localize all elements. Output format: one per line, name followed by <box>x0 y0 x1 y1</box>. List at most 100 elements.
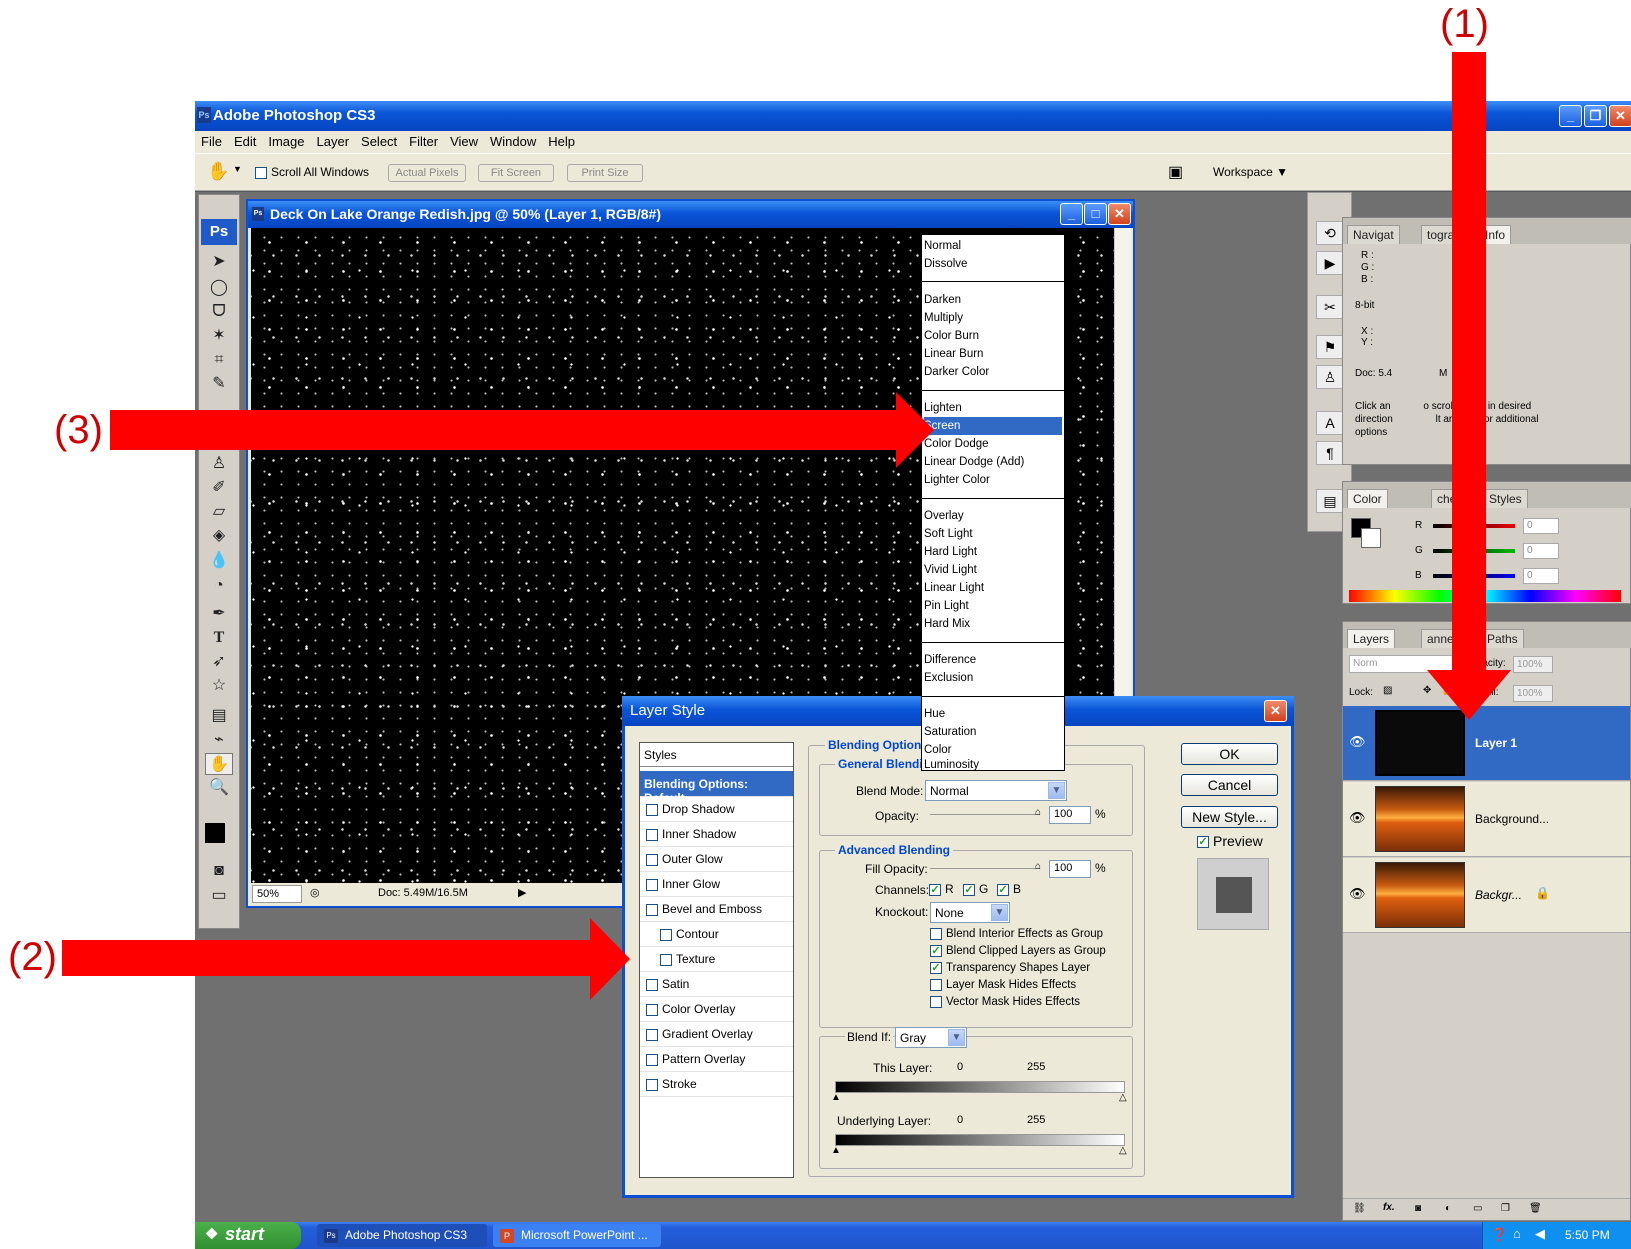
move-tool-icon[interactable]: ➤ <box>205 251 233 273</box>
blend-overlay[interactable]: Overlay <box>924 507 1062 525</box>
start-button[interactable]: ❖ start <box>195 1222 301 1249</box>
style-gradient-overlay[interactable]: Gradient Overlay <box>640 1023 793 1047</box>
blend-screen[interactable]: Screen <box>924 417 1062 435</box>
ok-button[interactable]: OK <box>1181 743 1278 765</box>
underlying-layer-gradient[interactable] <box>835 1134 1125 1146</box>
style-blending-options[interactable]: Blending Options: Default <box>640 771 793 805</box>
blend-linear-burn[interactable]: Linear Burn <box>924 345 1062 363</box>
layer-comps-icon[interactable]: ▤ <box>1316 489 1344 513</box>
style-pattern-overlay[interactable]: Pattern Overlay <box>640 1048 793 1072</box>
channel-r-checkbox[interactable]: ✓ R <box>929 882 954 896</box>
bg-color-swatch[interactable] <box>1361 528 1381 548</box>
pen-tool-icon[interactable]: ✒ <box>205 603 233 625</box>
layer-row-background[interactable]: 👁 Backgr... 🔒 <box>1343 858 1630 933</box>
eyedropper-icon[interactable]: ⌁ <box>205 729 233 751</box>
hand-tool-active-icon[interactable]: ✋ <box>205 753 233 775</box>
opacity-slider[interactable] <box>930 814 1040 815</box>
zoom-tool-icon[interactable]: 🔍 <box>205 777 233 799</box>
underlying-white-slider-icon[interactable]: △ <box>1119 1145 1127 1156</box>
character-panel-icon[interactable]: A <box>1316 411 1344 435</box>
tray-expand-icon[interactable]: ◀ <box>1535 1226 1545 1242</box>
r-value[interactable]: 0 <box>1523 518 1559 534</box>
blend-if-select[interactable]: Gray ▼ <box>895 1027 967 1048</box>
opacity-slider-thumb[interactable]: ⌂ <box>1035 807 1041 818</box>
workspace-menu[interactable]: Workspace ▼ <box>1213 165 1288 179</box>
tool-preset-arrow-icon[interactable]: ▼ <box>233 164 242 174</box>
tab-styles[interactable]: Styles <box>1483 489 1528 508</box>
blend-exclusion[interactable]: Exclusion <box>924 669 1062 687</box>
knockout-select[interactable]: None ▼ <box>930 902 1010 923</box>
menu-window[interactable]: Window <box>484 131 542 149</box>
link-layers-icon[interactable]: ⛓ <box>1353 1203 1366 1214</box>
this-layer-white-slider-icon[interactable]: △ <box>1119 1092 1127 1103</box>
crop-tool-icon[interactable]: ⌗ <box>205 349 233 371</box>
magic-wand-icon[interactable]: ✶ <box>205 325 233 347</box>
tab-paths[interactable]: Paths <box>1481 629 1524 648</box>
dialog-close-icon[interactable]: ✕ <box>1264 700 1287 722</box>
blend-color-dodge[interactable]: Color Dodge <box>924 435 1062 453</box>
foreground-color-swatch[interactable] <box>205 823 225 843</box>
b-value[interactable]: 0 <box>1523 568 1559 584</box>
transparency-shapes-checkbox[interactable]: ✓ Transparency Shapes Layer <box>930 962 1090 974</box>
blend-multiply[interactable]: Multiply <box>924 309 1062 327</box>
blend-lighten[interactable]: Lighten <box>924 399 1062 417</box>
menu-layer[interactable]: Layer <box>311 131 356 149</box>
scroll-all-windows-checkbox[interactable]: Scroll All Windows <box>255 165 369 179</box>
blend-linear-dodge[interactable]: Linear Dodge (Add) <box>924 453 1062 471</box>
eraser-tool-icon[interactable]: ▱ <box>205 501 233 523</box>
menu-image[interactable]: Image <box>262 131 310 149</box>
style-drop-shadow[interactable]: Drop Shadow <box>640 798 793 822</box>
style-inner-shadow[interactable]: Inner Shadow <box>640 823 793 847</box>
add-mask-icon[interactable]: ◙ <box>1415 1203 1421 1214</box>
visibility-eye-icon[interactable]: 👁 <box>1349 734 1366 750</box>
help-icon[interactable]: ❓ <box>1491 1227 1507 1243</box>
menu-select[interactable]: Select <box>355 131 403 149</box>
bridge-icon[interactable]: ▣ <box>1168 162 1183 182</box>
dodge-tool-icon[interactable]: ◔ <box>205 575 233 597</box>
adjustment-layer-icon[interactable]: ◐ <box>1445 1203 1451 1214</box>
cancel-button[interactable]: Cancel <box>1181 774 1278 796</box>
fill-opacity-slider[interactable] <box>930 868 1040 869</box>
blend-darken[interactable]: Darken <box>924 291 1062 309</box>
this-layer-gradient[interactable] <box>835 1081 1125 1093</box>
layer-mask-hides-checkbox[interactable]: Layer Mask Hides Effects <box>930 979 1076 991</box>
blend-dissolve[interactable]: Dissolve <box>924 255 1062 273</box>
style-texture[interactable]: Texture <box>640 948 793 972</box>
print-size-button[interactable]: Print Size <box>567 164 643 182</box>
task-powerpoint[interactable]: P Microsoft PowerPoint ... <box>493 1224 661 1247</box>
underlying-black-slider-icon[interactable]: ▲ <box>831 1145 841 1156</box>
blend-mode-select[interactable]: Normal ▼ <box>925 780 1067 801</box>
tab-navigator[interactable]: Navigat <box>1347 225 1400 244</box>
channel-b-checkbox[interactable]: ✓ B <box>997 882 1021 896</box>
vector-mask-hides-checkbox[interactable]: Vector Mask Hides Effects <box>930 996 1080 1008</box>
lock-transparent-icon[interactable]: ▨ <box>1383 685 1392 696</box>
blend-vivid-light[interactable]: Vivid Light <box>924 561 1062 579</box>
minimize-icon[interactable]: _ <box>1559 105 1582 127</box>
blend-saturation[interactable]: Saturation <box>924 723 1062 741</box>
blend-hard-mix[interactable]: Hard Mix <box>924 615 1062 633</box>
layer-opacity-field[interactable]: 100% <box>1513 656 1553 673</box>
status-icon[interactable]: ◎ <box>310 886 320 899</box>
actual-pixels-button[interactable]: Actual Pixels <box>388 164 466 182</box>
opacity-field[interactable]: 100 <box>1049 806 1091 824</box>
notes-tool-icon[interactable]: ▤ <box>205 705 233 727</box>
status-menu-arrow-icon[interactable]: ▶ <box>518 886 526 899</box>
clone-source-icon[interactable]: ♙ <box>1316 365 1344 389</box>
fx-icon[interactable]: fx. <box>1383 1202 1395 1213</box>
menu-help[interactable]: Help <box>542 131 581 149</box>
blend-color-burn[interactable]: Color Burn <box>924 327 1062 345</box>
doc-close-icon[interactable]: ✕ <box>1108 203 1131 225</box>
zoom-field[interactable]: 50% <box>252 885 302 903</box>
history-brush-icon[interactable]: ✐ <box>205 477 233 499</box>
this-layer-black-slider-icon[interactable]: ▲ <box>831 1092 841 1103</box>
style-contour[interactable]: Contour <box>640 923 793 947</box>
doc-maximize-icon[interactable]: □ <box>1084 203 1107 225</box>
blend-soft-light[interactable]: Soft Light <box>924 525 1062 543</box>
marquee-tool-icon[interactable]: ◯ <box>205 277 233 299</box>
style-satin[interactable]: Satin <box>640 973 793 997</box>
blend-color[interactable]: Color <box>924 741 1062 759</box>
menu-file[interactable]: File <box>195 131 228 149</box>
menu-filter[interactable]: Filter <box>403 131 444 149</box>
styles-header[interactable]: Styles <box>640 743 793 767</box>
g-value[interactable]: 0 <box>1523 543 1559 559</box>
